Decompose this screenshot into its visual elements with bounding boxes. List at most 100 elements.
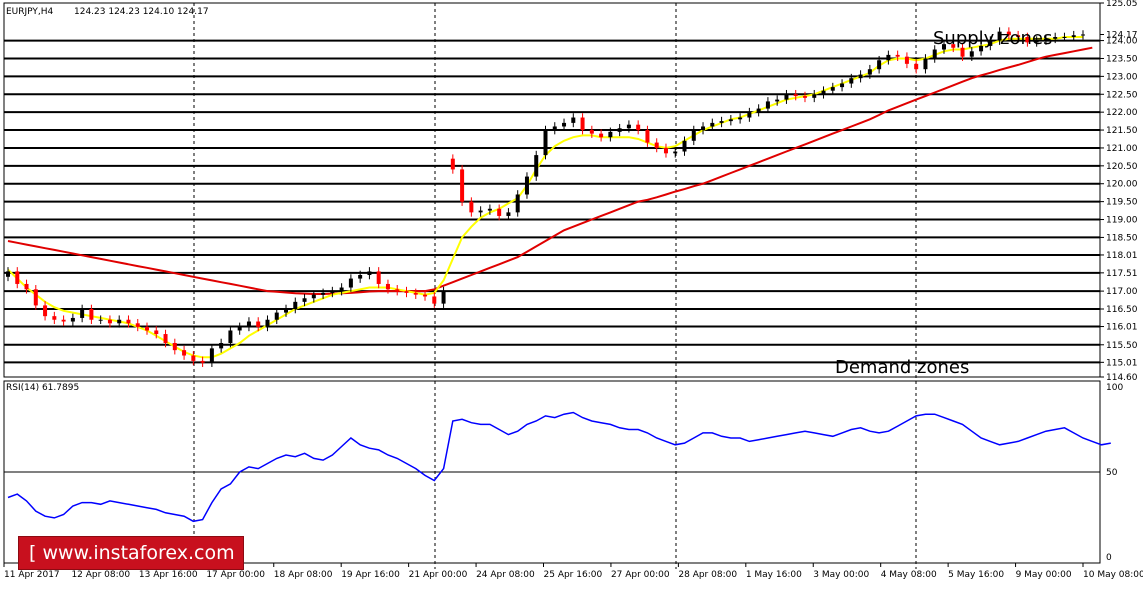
candle-body-73	[682, 140, 687, 152]
candle-body-45	[423, 294, 428, 297]
rsi-tick-label-1: 50	[1106, 468, 1118, 478]
candle-body-70	[654, 142, 659, 148]
candle-body-96	[895, 54, 900, 57]
price-tick-label-12: 119.00	[1106, 216, 1138, 226]
candle-body-78	[728, 119, 733, 122]
time-tick-label-11: 1 May 16:00	[746, 570, 802, 580]
candle-body-58	[543, 130, 548, 156]
supply-zones-annotation: Supply zones	[933, 28, 1052, 49]
candle-body-26	[246, 321, 251, 327]
price-tick-label-9: 120.50	[1106, 162, 1138, 172]
candle-body-27	[256, 321, 261, 327]
price-tick-label-7: 121.50	[1106, 126, 1138, 136]
demand-zones-annotation: Demand zones	[835, 357, 969, 378]
candle-body-71	[663, 147, 668, 154]
price-tick-label-0: 125.05	[1106, 0, 1138, 9]
candle-body-25	[237, 326, 242, 331]
price-tick-label-6: 122.00	[1106, 108, 1138, 118]
price-tick-label-13: 118.50	[1106, 233, 1138, 243]
candle-body-39	[367, 271, 372, 275]
candle-body-94	[877, 60, 882, 70]
time-tick-label-8: 25 Apr 16:00	[544, 570, 603, 580]
ohlc-label: 124.23 124.23 124.10 124.17	[74, 7, 209, 17]
candle-body-50	[469, 201, 474, 213]
candle-body-6	[61, 319, 66, 322]
candle-body-40	[376, 271, 381, 284]
brand-watermark: [ www.instaforex.com ]	[18, 536, 244, 596]
candle-body-99	[923, 58, 928, 70]
candlesticks	[6, 27, 1085, 367]
candle-body-63	[589, 130, 594, 134]
candle-body-54	[506, 212, 511, 216]
candle-body-66	[617, 128, 622, 132]
candle-body-76	[710, 122, 715, 127]
candle-body-38	[358, 275, 363, 279]
candle-body-42	[395, 289, 400, 292]
candle-body-72	[673, 151, 678, 154]
symbol-label: EURJPY,H4	[6, 7, 54, 17]
candle-body-93	[867, 69, 872, 75]
candle-body-1	[15, 271, 20, 284]
candle-body-31	[293, 301, 298, 309]
candle-body-18	[172, 343, 177, 351]
candle-body-59	[552, 126, 557, 131]
candle-body-57	[534, 155, 539, 177]
price-tick-label-4: 123.00	[1106, 72, 1138, 82]
price-axis-labels: 125.05124.17124.00123.50123.00122.50122.…	[1100, 0, 1138, 563]
candle-body-8	[80, 309, 85, 318]
candle-body-80	[747, 112, 752, 118]
candle-body-23	[219, 343, 224, 349]
slow-ma-line	[7, 46, 1093, 295]
rsi-tick-label-0: 100	[1106, 383, 1123, 393]
candle-body-86	[802, 96, 807, 98]
candle-body-113	[1053, 37, 1058, 39]
candle-body-100	[932, 49, 937, 59]
rsi-line	[7, 411, 1111, 523]
candle-body-7	[70, 317, 75, 322]
rsi-tick-label-2: 0	[1106, 553, 1112, 563]
candle-body-61	[571, 117, 576, 123]
time-tick-label-9: 27 Apr 00:00	[611, 570, 670, 580]
candle-body-90	[840, 83, 845, 88]
candle-body-36	[339, 287, 344, 292]
slow-moving-average	[7, 46, 1093, 295]
candle-body-83	[775, 99, 780, 102]
time-tick-label-4: 18 Apr 08:00	[274, 570, 333, 580]
candle-body-51	[478, 210, 483, 213]
candle-body-69	[645, 130, 650, 143]
candle-body-21	[200, 360, 205, 363]
candle-body-46	[432, 296, 437, 304]
time-tick-label-2: 13 Apr 16:00	[139, 570, 198, 580]
candle-body-82	[765, 101, 770, 109]
time-tick-label-5: 19 Apr 16:00	[341, 570, 400, 580]
candle-body-9	[89, 309, 94, 320]
candle-body-4	[43, 305, 48, 317]
price-tick-label-3: 123.50	[1106, 54, 1138, 64]
candle-body-29	[274, 312, 279, 320]
candle-body-12	[117, 319, 122, 324]
candle-body-77	[719, 121, 724, 123]
candle-body-84	[784, 94, 789, 100]
time-tick-label-7: 24 Apr 08:00	[476, 570, 535, 580]
rsi-indicator	[4, 411, 1111, 523]
price-tick-label-16: 117.00	[1106, 287, 1138, 297]
candle-body-85	[793, 94, 798, 97]
candle-body-115	[1071, 35, 1076, 37]
candle-body-5	[52, 316, 57, 320]
candle-body-60	[562, 122, 567, 127]
candle-body-13	[126, 319, 131, 324]
candle-body-35	[330, 291, 335, 293]
candle-body-95	[886, 54, 891, 61]
candle-body-89	[830, 87, 835, 91]
price-tick-label-14: 118.01	[1106, 251, 1138, 261]
rsi-label: RSI(14) 61.7895	[6, 383, 79, 393]
candle-body-20	[191, 355, 196, 361]
candle-body-75	[701, 126, 706, 131]
price-tick-label-15: 117.51	[1106, 269, 1138, 279]
candle-body-116	[1081, 34, 1085, 36]
time-tick-label-14: 5 May 16:00	[948, 570, 1004, 580]
candle-body-30	[284, 309, 289, 313]
candle-body-114	[1062, 37, 1067, 38]
candle-body-62	[580, 117, 585, 131]
candle-body-17	[163, 334, 168, 343]
